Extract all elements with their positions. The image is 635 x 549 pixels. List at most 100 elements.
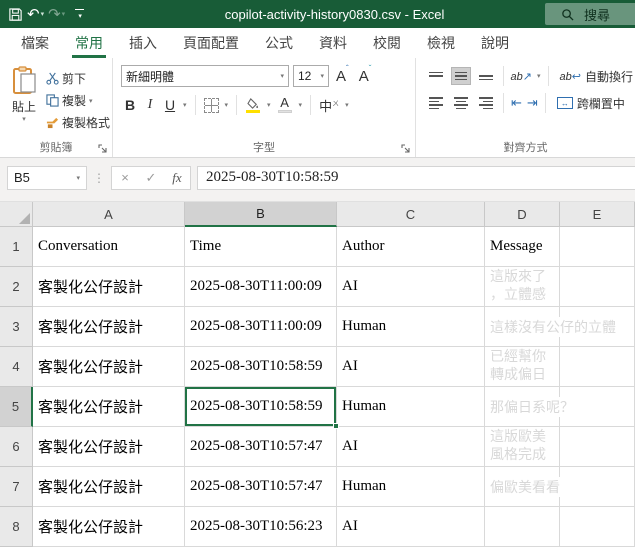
- cut-button[interactable]: 剪下: [46, 70, 110, 87]
- cell[interactable]: 客製化公仔設計: [33, 427, 185, 467]
- cancel-button[interactable]: ×: [112, 170, 138, 185]
- copy-dropdown-icon[interactable]: ▾: [89, 97, 93, 105]
- underline-dropdown-icon[interactable]: ▾: [183, 101, 187, 109]
- borders-dropdown-icon[interactable]: ▾: [225, 101, 229, 109]
- cell[interactable]: AI: [337, 507, 485, 547]
- row-header[interactable]: 8: [0, 507, 33, 547]
- cell[interactable]: 客製化公仔設計: [33, 307, 185, 347]
- fill-color-button[interactable]: [245, 97, 261, 113]
- paste-button[interactable]: 貼上 ▾: [2, 62, 46, 141]
- clipboard-dialog-launcher-icon[interactable]: [98, 144, 108, 154]
- copy-button[interactable]: 複製 ▾: [46, 92, 110, 109]
- save-icon[interactable]: [8, 7, 23, 22]
- cell[interactable]: Human: [337, 387, 485, 427]
- cell[interactable]: [485, 507, 560, 547]
- selected-cell[interactable]: 2025-08-30T10:58:59: [185, 387, 339, 429]
- font-name-combobox[interactable]: 新細明體 ▾: [121, 65, 289, 87]
- bold-button[interactable]: B: [123, 97, 137, 113]
- cell[interactable]: Human: [337, 467, 485, 507]
- cell[interactable]: Time: [185, 227, 337, 267]
- phonetic-dropdown-icon[interactable]: ▾: [345, 101, 349, 109]
- cell[interactable]: Human: [337, 307, 485, 347]
- insert-function-button[interactable]: fx: [164, 170, 190, 186]
- orientation-dropdown-icon[interactable]: ▾: [537, 72, 541, 80]
- name-box[interactable]: B5 ▾: [7, 165, 87, 190]
- select-all-button[interactable]: [0, 202, 33, 227]
- row-header[interactable]: 4: [0, 347, 33, 387]
- borders-icon[interactable]: [203, 97, 219, 113]
- redo-button[interactable]: ↷ ▾: [48, 7, 65, 22]
- undo-button[interactable]: ↶ ▾: [27, 7, 44, 22]
- row-header[interactable]: 7: [0, 467, 33, 507]
- merge-center-button[interactable]: ↔ 跨欄置中: [556, 95, 625, 112]
- cell[interactable]: 這樣沒有公仔的立體: [485, 307, 618, 347]
- cell[interactable]: 2025-08-30T10:57:47: [185, 427, 337, 467]
- tab-review[interactable]: 校閱: [360, 28, 414, 58]
- cell[interactable]: [560, 467, 635, 507]
- cell[interactable]: 客製化公仔設計: [33, 507, 185, 547]
- bottom-align-button[interactable]: [476, 67, 496, 85]
- formula-input[interactable]: 2025-08-30T10:58:59: [197, 165, 635, 190]
- tab-data[interactable]: 資料: [306, 28, 360, 58]
- decrease-indent-icon[interactable]: ⇤: [511, 95, 522, 111]
- top-align-button[interactable]: [426, 67, 446, 85]
- cell[interactable]: 2025-08-30T11:00:09: [185, 307, 337, 347]
- fill-handle[interactable]: [333, 423, 339, 429]
- cell[interactable]: 已經幫你 轉成偏日: [485, 347, 560, 387]
- font-color-button[interactable]: A: [277, 96, 293, 113]
- tab-file[interactable]: 檔案: [8, 28, 62, 58]
- cell[interactable]: 客製化公仔設計: [33, 387, 185, 427]
- font-color-dropdown-icon[interactable]: ▾: [299, 101, 303, 109]
- cell[interactable]: 客製化公仔設計: [33, 347, 185, 387]
- cell[interactable]: [560, 427, 635, 467]
- tab-insert[interactable]: 插入: [116, 28, 170, 58]
- middle-align-button[interactable]: [450, 67, 471, 85]
- orientation-button[interactable]: ab↗: [511, 70, 532, 83]
- column-header-a[interactable]: A: [33, 202, 185, 227]
- row-header[interactable]: 6: [0, 427, 33, 467]
- cell[interactable]: Author: [337, 227, 485, 267]
- cell[interactable]: 這版歐美 風格完成: [485, 427, 560, 467]
- cell[interactable]: 2025-08-30T10:56:23: [185, 507, 337, 547]
- align-left-button[interactable]: [426, 94, 446, 112]
- cell[interactable]: 客製化公仔設計: [33, 267, 185, 307]
- row-header[interactable]: 2: [0, 267, 33, 307]
- tab-home[interactable]: 常用: [62, 28, 116, 58]
- column-header-e[interactable]: E: [560, 202, 635, 227]
- column-header-d[interactable]: D: [485, 202, 560, 227]
- cell[interactable]: AI: [337, 267, 485, 307]
- cell[interactable]: [560, 227, 635, 267]
- format-painter-button[interactable]: 複製格式: [46, 114, 110, 131]
- cell[interactable]: Conversation: [33, 227, 185, 267]
- fill-color-dropdown-icon[interactable]: ▾: [267, 101, 271, 109]
- cell[interactable]: 這版來了 ，立體感: [485, 267, 560, 307]
- cell[interactable]: 2025-08-30T10:57:47: [185, 467, 337, 507]
- font-size-combobox[interactable]: 12 ▾: [293, 65, 329, 87]
- cell[interactable]: [560, 507, 635, 547]
- cell[interactable]: 2025-08-30T11:00:09: [185, 267, 337, 307]
- underline-button[interactable]: U: [163, 97, 177, 113]
- wrap-text-button[interactable]: ab↩ 自動換行: [560, 68, 633, 85]
- increase-font-size-button[interactable]: Aˆ: [333, 64, 352, 85]
- cell[interactable]: [560, 347, 635, 387]
- italic-button[interactable]: I: [143, 97, 157, 113]
- decrease-font-size-button[interactable]: Aˇ: [356, 64, 375, 85]
- cell[interactable]: 客製化公仔設計: [33, 467, 185, 507]
- cell[interactable]: 那偏日系呢？: [485, 387, 576, 427]
- customize-qat-icon[interactable]: ▾: [75, 8, 85, 20]
- align-center-button[interactable]: [451, 94, 471, 112]
- cell[interactable]: 偏歐美看看: [485, 467, 562, 507]
- phonetic-guide-button[interactable]: 中ㄨ: [319, 96, 339, 115]
- increase-indent-icon[interactable]: ⇥: [527, 95, 538, 111]
- row-header[interactable]: 3: [0, 307, 33, 347]
- tab-help[interactable]: 說明: [468, 28, 522, 58]
- column-header-b[interactable]: B: [185, 202, 337, 227]
- cell[interactable]: 2025-08-30T10:58:59: [185, 347, 337, 387]
- cell[interactable]: AI: [337, 427, 485, 467]
- paste-dropdown-icon[interactable]: ▾: [22, 115, 26, 123]
- font-dialog-launcher-icon[interactable]: [401, 144, 411, 154]
- row-header[interactable]: 1: [0, 227, 33, 267]
- tab-view[interactable]: 檢視: [414, 28, 468, 58]
- search-box[interactable]: 搜尋: [545, 3, 635, 25]
- cell[interactable]: AI: [337, 347, 485, 387]
